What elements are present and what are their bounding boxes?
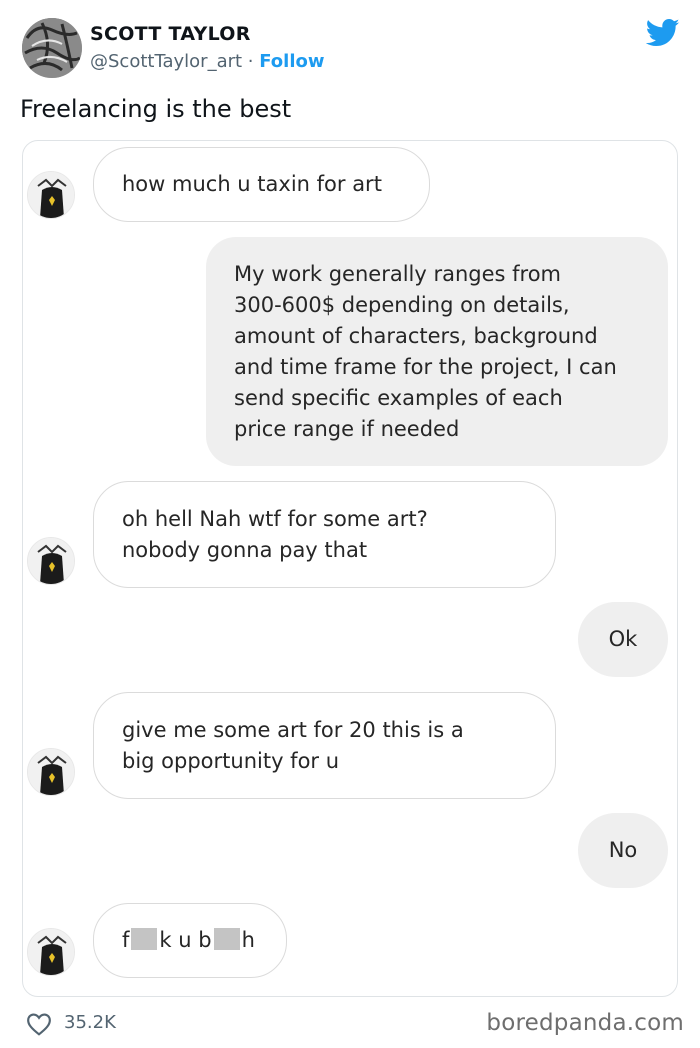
censor-block bbox=[131, 928, 158, 950]
author-name[interactable]: SCOTT TAYLOR bbox=[90, 23, 251, 45]
message-text-part: k u b bbox=[159, 928, 212, 952]
separator-dot: · bbox=[242, 51, 260, 72]
author-handle[interactable]: @ScottTaylor_art bbox=[90, 51, 242, 72]
message-text: how much u taxin for art bbox=[122, 172, 382, 196]
message-text: Ok bbox=[608, 627, 638, 651]
watermark: boredpanda.com bbox=[486, 1010, 684, 1036]
message-text-part: f bbox=[122, 928, 130, 952]
sender-avatar bbox=[27, 928, 75, 976]
message-bubble-outgoing[interactable]: Ok bbox=[578, 602, 668, 677]
sender-avatar bbox=[27, 537, 75, 585]
censor-block bbox=[213, 928, 240, 950]
chat-screenshot[interactable]: how much u taxin for art My work general… bbox=[22, 140, 678, 997]
follow-button[interactable]: Follow bbox=[259, 51, 324, 72]
message-bubble-incoming[interactable]: give me some art for 20 this is a big op… bbox=[93, 692, 556, 799]
author-avatar[interactable] bbox=[22, 18, 82, 78]
message-text-part: h bbox=[241, 928, 255, 952]
message-bubble-outgoing[interactable]: My work generally ranges from 300-600$ d… bbox=[206, 237, 668, 466]
message-text: fk u bh bbox=[122, 925, 255, 956]
twitter-bird-icon[interactable] bbox=[646, 18, 680, 48]
sender-avatar bbox=[27, 748, 75, 796]
message-text: oh hell Nah wtf for some art? nobody gon… bbox=[122, 506, 428, 562]
like-count: 35.2K bbox=[64, 1012, 116, 1033]
message-text: My work generally ranges from 300-600$ d… bbox=[234, 261, 617, 441]
message-text: give me some art for 20 this is a big op… bbox=[122, 717, 464, 773]
message-text: No bbox=[608, 838, 638, 862]
heart-icon[interactable] bbox=[26, 1012, 52, 1036]
message-bubble-incoming[interactable]: oh hell Nah wtf for some art? nobody gon… bbox=[93, 481, 556, 588]
sender-avatar bbox=[27, 171, 75, 219]
message-bubble-incoming[interactable]: fk u bh bbox=[93, 903, 287, 978]
author-handle-row: @ScottTaylor_art · Follow bbox=[90, 51, 325, 72]
message-bubble-incoming[interactable]: how much u taxin for art bbox=[93, 147, 430, 222]
message-bubble-outgoing[interactable]: No bbox=[578, 813, 668, 888]
tweet-text: Freelancing is the best bbox=[20, 95, 292, 123]
